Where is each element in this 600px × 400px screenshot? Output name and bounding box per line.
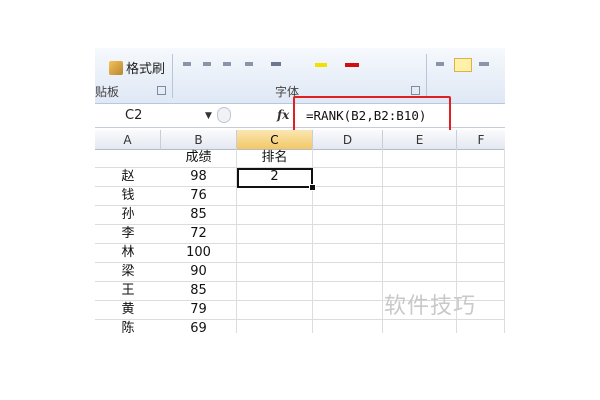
name-cell[interactable]: 赵 [95, 168, 161, 187]
cell[interactable] [313, 168, 383, 187]
cell[interactable] [313, 149, 383, 168]
cell[interactable] [313, 244, 383, 263]
rank-cell[interactable] [237, 282, 313, 301]
clipboard-dialog-launcher-icon[interactable] [157, 86, 166, 95]
header-cell-score[interactable]: 成绩 [161, 149, 237, 168]
name-cell[interactable]: 孙 [95, 206, 161, 225]
watermark: 软件技巧 [384, 294, 477, 319]
table-row: 梁 90 [95, 263, 505, 282]
rank-cell[interactable] [237, 263, 313, 282]
formula-bar-divider-handle[interactable] [217, 107, 231, 123]
rank-cell[interactable] [237, 187, 313, 206]
name-box[interactable]: C2 [95, 106, 213, 125]
align-icon[interactable] [436, 62, 444, 66]
cell[interactable] [313, 206, 383, 225]
cell[interactable] [457, 225, 505, 244]
column-header-e[interactable]: E [383, 130, 457, 150]
border-icon[interactable] [271, 62, 281, 66]
rank-cell[interactable] [237, 206, 313, 225]
cell[interactable] [383, 320, 457, 333]
cell[interactable] [383, 187, 457, 206]
cell[interactable] [457, 206, 505, 225]
name-cell[interactable]: 王 [95, 282, 161, 301]
active-cell-outline [237, 168, 313, 188]
cell[interactable] [313, 320, 383, 333]
table-row: 林 100 [95, 244, 505, 263]
table-row: 李 72 [95, 225, 505, 244]
name-cell[interactable]: 钱 [95, 187, 161, 206]
header-cell-rank[interactable]: 排名 [237, 149, 313, 168]
font-toolbar-icon[interactable] [245, 62, 253, 66]
cell[interactable] [457, 244, 505, 263]
score-cell[interactable]: 98 [161, 168, 237, 187]
table-row: 陈 69 [95, 320, 505, 333]
wrap-text-icon[interactable] [454, 58, 472, 72]
name-cell[interactable]: 李 [95, 225, 161, 244]
name-cell[interactable]: 黄 [95, 301, 161, 320]
cell[interactable] [383, 225, 457, 244]
cell[interactable] [313, 187, 383, 206]
cell[interactable] [457, 168, 505, 187]
font-color-icon[interactable] [345, 63, 359, 67]
clipboard-group-label: 贴板 [95, 85, 120, 99]
chevron-down-icon[interactable]: ▼ [205, 106, 212, 126]
rank-cell[interactable] [237, 320, 313, 333]
cell[interactable] [383, 206, 457, 225]
format-painter-button[interactable]: 格式刷 [109, 58, 165, 77]
score-cell[interactable]: 79 [161, 301, 237, 320]
cell[interactable] [457, 263, 505, 282]
name-cell[interactable]: 林 [95, 244, 161, 263]
group-divider [426, 54, 427, 98]
name-cell[interactable]: 梁 [95, 263, 161, 282]
table-row: 孙 85 [95, 206, 505, 225]
font-dialog-launcher-icon[interactable] [411, 86, 420, 95]
cell[interactable] [383, 244, 457, 263]
column-header-c[interactable]: C [237, 130, 313, 150]
cell[interactable] [383, 149, 457, 168]
font-toolbar-icon[interactable] [223, 62, 231, 66]
cell[interactable] [313, 263, 383, 282]
align-icon[interactable] [479, 62, 489, 66]
rank-cell[interactable] [237, 225, 313, 244]
format-painter-label: 格式刷 [126, 62, 166, 77]
name-cell[interactable]: 陈 [95, 320, 161, 333]
cell[interactable] [313, 225, 383, 244]
fill-color-icon[interactable] [315, 63, 327, 67]
font-toolbar-icon[interactable] [183, 62, 191, 66]
cell[interactable] [383, 168, 457, 187]
score-cell[interactable]: 85 [161, 282, 237, 301]
table-row: 成绩 排名 [95, 149, 505, 168]
score-cell[interactable]: 85 [161, 206, 237, 225]
score-cell[interactable]: 76 [161, 187, 237, 206]
rank-cell[interactable] [237, 244, 313, 263]
column-header-b[interactable]: B [161, 130, 237, 150]
table-row: 钱 76 [95, 187, 505, 206]
rank-cell[interactable] [237, 301, 313, 320]
insert-function-icon[interactable]: fx [277, 106, 289, 125]
column-header-d[interactable]: D [313, 130, 383, 150]
score-cell[interactable]: 72 [161, 225, 237, 244]
score-cell[interactable]: 100 [161, 244, 237, 263]
score-cell[interactable]: 90 [161, 263, 237, 282]
score-cell[interactable]: 69 [161, 320, 237, 333]
cell[interactable] [457, 149, 505, 168]
cell[interactable] [383, 263, 457, 282]
cell[interactable] [313, 301, 383, 320]
cell[interactable] [457, 187, 505, 206]
font-toolbar-icon[interactable] [203, 62, 211, 66]
cell[interactable] [95, 149, 161, 168]
column-header-a[interactable]: A [95, 130, 161, 150]
group-divider [172, 54, 173, 98]
column-header-f[interactable]: F [457, 130, 505, 150]
cell[interactable] [313, 282, 383, 301]
cell[interactable] [457, 320, 505, 333]
paintbrush-icon [109, 60, 123, 75]
fill-handle[interactable] [309, 184, 316, 191]
